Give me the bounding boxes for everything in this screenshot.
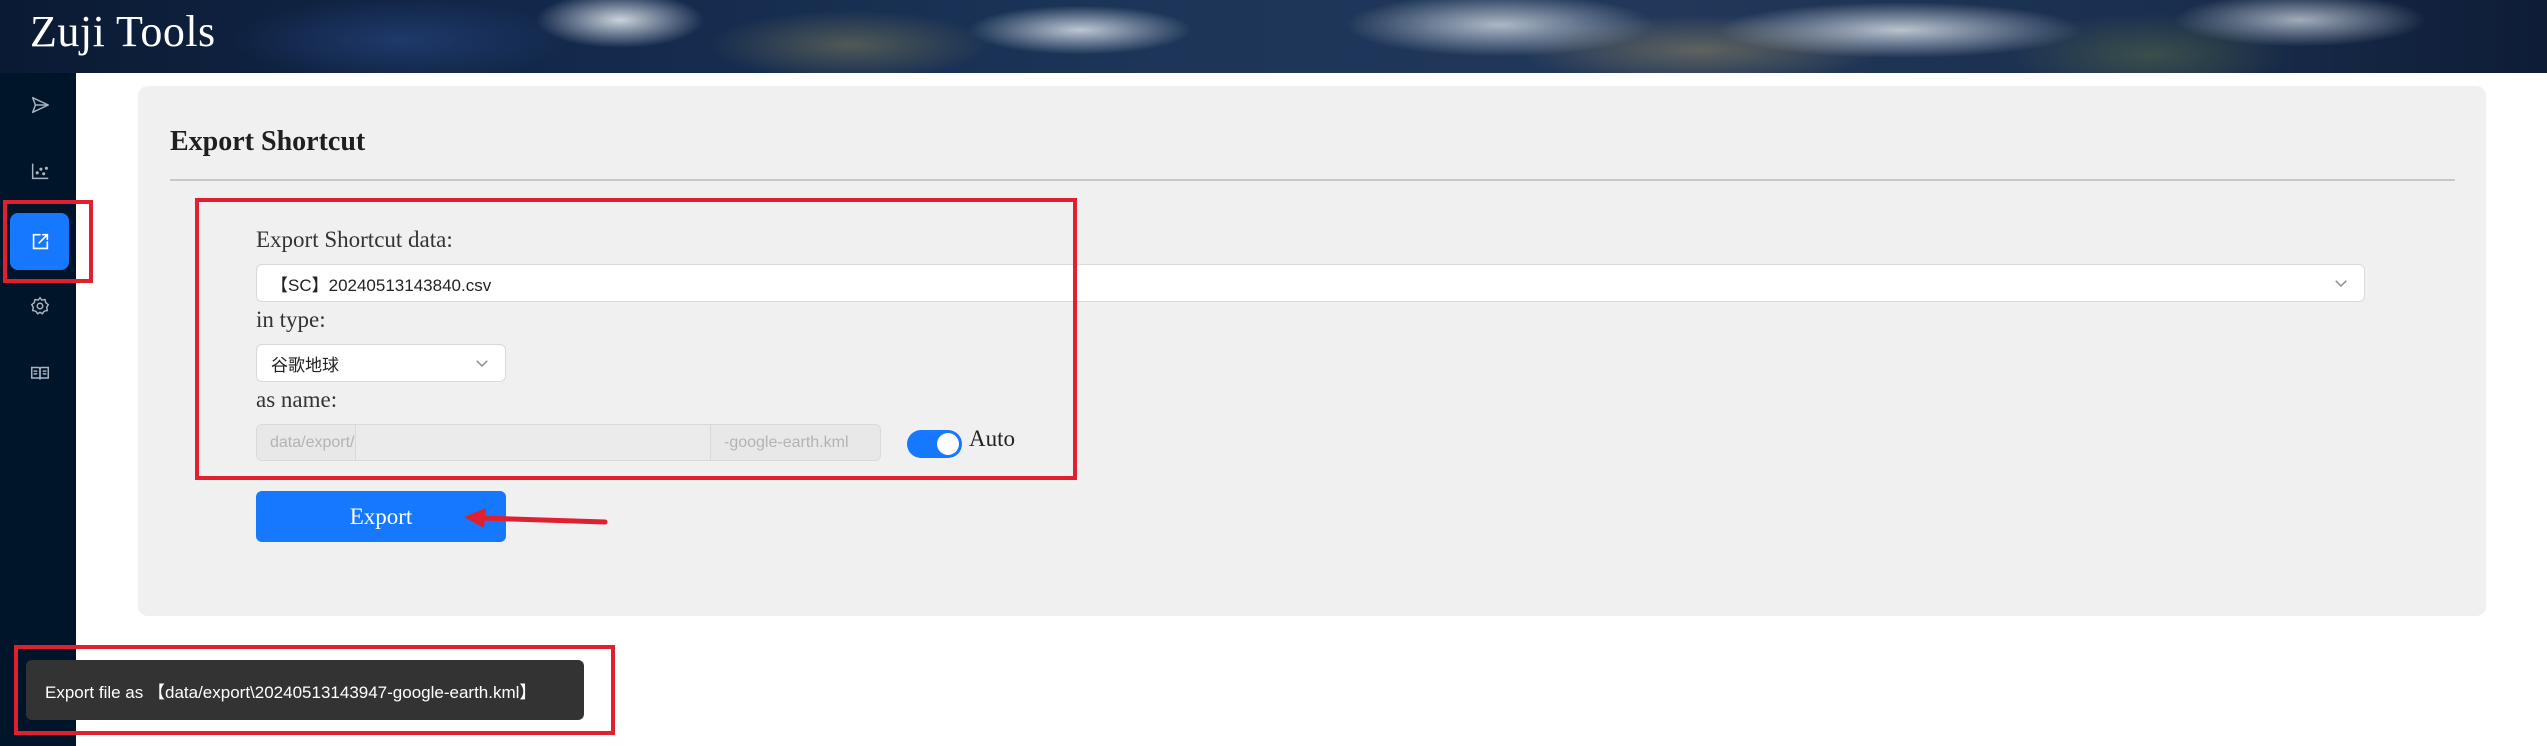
toggle-knob — [937, 433, 959, 455]
sidebar-item-chart[interactable] — [10, 142, 69, 199]
name-suffix: -google-earth.kml — [710, 425, 880, 460]
auto-label: Auto — [969, 426, 1015, 451]
book-icon — [30, 366, 49, 379]
name-input[interactable] — [356, 425, 710, 460]
export-toast: Export file as 【data/export\202405131439… — [26, 660, 584, 720]
shortcut-data-value: 【SC】20240513143840.csv — [271, 275, 492, 295]
chevron-down-icon — [2335, 280, 2347, 288]
sidebar-item-settings[interactable] — [10, 277, 69, 334]
send-icon — [31, 96, 49, 113]
title-divider — [170, 179, 2455, 181]
shortcut-data-select[interactable]: 【SC】20240513143840.csv — [256, 264, 2365, 302]
sidebar — [0, 73, 76, 746]
type-value: 谷歌地球 — [271, 355, 339, 375]
chevron-down-icon — [476, 360, 488, 368]
sidebar-item-export[interactable] — [10, 213, 69, 270]
name-prefix: data/export/ — [257, 425, 356, 460]
app-title: Zuji Tools — [30, 7, 216, 56]
type-label: in type: — [256, 307, 326, 332]
sidebar-item-docs[interactable] — [10, 344, 69, 401]
card-title: Export Shortcut — [170, 126, 366, 157]
data-label: Export Shortcut data: — [256, 227, 453, 252]
settings-gear-icon — [30, 296, 49, 315]
name-label: as name: — [256, 387, 338, 412]
export-card: Export Shortcut Export Shortcut data: 【S… — [138, 86, 2486, 616]
export-button[interactable]: Export — [256, 491, 506, 542]
app-header: Zuji Tools — [0, 0, 2547, 73]
sidebar-item-send[interactable] — [10, 76, 69, 133]
auto-toggle[interactable] — [907, 430, 962, 458]
export-name-field: data/export/ -google-earth.kml — [256, 424, 881, 461]
scatter-chart-icon — [31, 163, 48, 179]
type-select[interactable]: 谷歌地球 — [256, 344, 506, 382]
export-edit-icon — [32, 233, 48, 249]
